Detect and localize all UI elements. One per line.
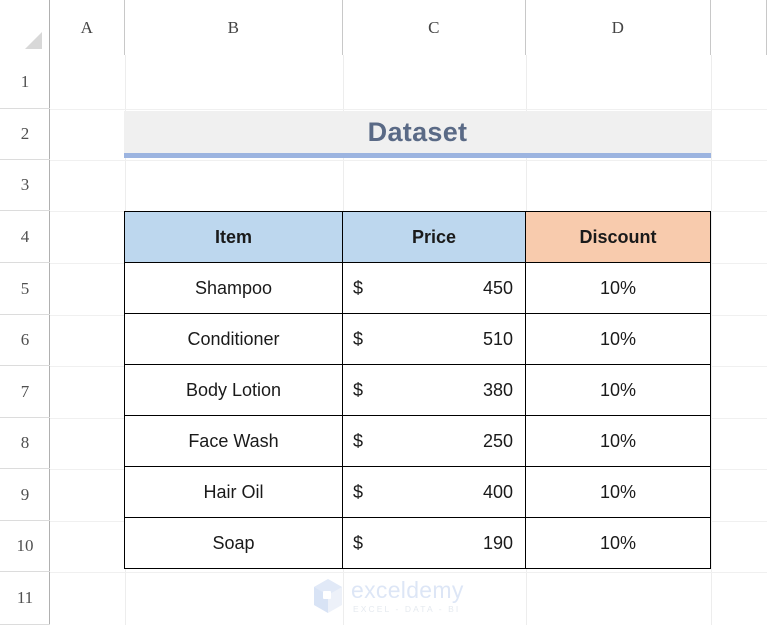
row-header-label: 2 — [20, 124, 30, 143]
cell-price[interactable]: $450 — [342, 262, 526, 314]
row-header-4[interactable]: 4 — [0, 211, 50, 263]
cell-discount[interactable]: 10% — [525, 415, 711, 467]
table-header-row: Item Price Discount — [124, 211, 711, 263]
cube-logo-icon — [314, 579, 342, 613]
price-accounting-format: $400 — [343, 467, 525, 517]
table-row: Shampoo $450 10% — [124, 262, 711, 314]
currency-symbol: $ — [353, 328, 364, 349]
row-header-label: 8 — [20, 433, 30, 452]
row-header-label: 9 — [20, 484, 30, 504]
row-header-1[interactable]: 1 — [0, 55, 50, 109]
table-row: Body Lotion $380 10% — [124, 364, 711, 416]
row-header-label: 5 — [20, 278, 30, 298]
cell-discount[interactable]: 10% — [525, 466, 711, 518]
cell-discount[interactable]: 10% — [525, 262, 711, 314]
row-headers: 1 2 3 4 5 6 7 8 9 10 11 — [0, 55, 50, 625]
cell-item[interactable]: Conditioner — [124, 313, 343, 365]
currency-symbol: $ — [353, 379, 364, 400]
column-headers: A B C D — [0, 0, 767, 55]
column-header-label: C — [428, 17, 440, 37]
column-header-a[interactable]: A — [50, 0, 125, 55]
currency-symbol: $ — [353, 481, 364, 502]
cell-price[interactable]: $190 — [342, 517, 526, 569]
gridline-vertical — [711, 55, 712, 625]
cell-price[interactable]: $250 — [342, 415, 526, 467]
price-accounting-format: $190 — [343, 518, 525, 568]
table-row: Soap $190 10% — [124, 517, 711, 569]
price-value: 450 — [482, 277, 513, 298]
table-row: Conditioner $510 10% — [124, 313, 711, 365]
cell-discount[interactable]: 10% — [525, 517, 711, 569]
price-value: 250 — [482, 430, 513, 451]
cell-item[interactable]: Soap — [124, 517, 343, 569]
cell-item[interactable]: Hair Oil — [124, 466, 343, 518]
row-header-11[interactable]: 11 — [0, 572, 50, 625]
select-all-corner[interactable] — [0, 0, 50, 55]
cell-discount[interactable]: 10% — [525, 364, 711, 416]
gridline-horizontal — [50, 109, 767, 110]
dataset-title-banner: Dataset — [124, 111, 711, 158]
cell-price[interactable]: $400 — [342, 466, 526, 518]
watermark-tagline: EXCEL - DATA - BI — [353, 603, 461, 614]
watermark-text: exceldemy EXCEL - DATA - BI — [351, 576, 464, 614]
column-header-discount: Discount — [525, 211, 711, 263]
spreadsheet-grid: Dataset Item Price Discount Shampoo $450 1… — [0, 0, 767, 625]
column-header-end[interactable] — [711, 0, 767, 55]
row-header-6[interactable]: 6 — [0, 315, 50, 366]
currency-symbol: $ — [353, 277, 364, 298]
cell-item[interactable]: Body Lotion — [124, 364, 343, 416]
row-header-9[interactable]: 9 — [0, 469, 50, 521]
price-accounting-format: $250 — [343, 416, 525, 466]
price-value: 400 — [482, 481, 513, 502]
table-row: Face Wash $250 10% — [124, 415, 711, 467]
row-header-label: 7 — [20, 381, 30, 401]
gridline-horizontal — [50, 160, 767, 161]
column-header-label: B — [227, 17, 240, 37]
column-header-label: A — [80, 17, 94, 37]
cell-price[interactable]: $380 — [342, 364, 526, 416]
select-all-triangle-icon — [25, 32, 42, 49]
price-accounting-format: $510 — [343, 314, 525, 364]
price-accounting-format: $380 — [343, 365, 525, 415]
price-accounting-format: $450 — [343, 263, 525, 313]
cell-item[interactable]: Shampoo — [124, 262, 343, 314]
currency-symbol: $ — [353, 430, 364, 451]
row-header-label: 11 — [16, 588, 34, 607]
gridline-horizontal — [50, 572, 767, 573]
column-header-b[interactable]: B — [125, 0, 343, 55]
column-header-label: D — [611, 17, 625, 37]
dataset-table: Item Price Discount Shampoo $450 10% Condit… — [124, 211, 711, 569]
page-title: Dataset — [367, 116, 468, 147]
cell-discount[interactable]: 10% — [525, 313, 711, 365]
column-header-item: Item — [124, 211, 343, 263]
table-body: Shampoo $450 10% Conditioner $510 10% Body Lot… — [124, 262, 711, 569]
row-header-label: 3 — [20, 175, 30, 194]
cell-item[interactable]: Face Wash — [124, 415, 343, 467]
watermark: exceldemy EXCEL - DATA - BI — [312, 578, 464, 614]
row-header-label: 6 — [20, 330, 30, 349]
row-header-7[interactable]: 7 — [0, 366, 50, 418]
row-header-5[interactable]: 5 — [0, 263, 50, 315]
row-header-8[interactable]: 8 — [0, 418, 50, 469]
watermark-brand: exceldemy — [351, 576, 464, 603]
price-value: 190 — [482, 532, 513, 553]
row-header-2[interactable]: 2 — [0, 109, 50, 160]
row-header-10[interactable]: 10 — [0, 521, 50, 572]
row-header-3[interactable]: 3 — [0, 160, 50, 211]
row-header-label: 4 — [20, 226, 30, 246]
column-header-d[interactable]: D — [526, 0, 711, 55]
table-row: Hair Oil $400 10% — [124, 466, 711, 518]
row-header-label: 1 — [20, 71, 30, 91]
column-header-c[interactable]: C — [343, 0, 526, 55]
price-value: 380 — [482, 379, 513, 400]
row-header-label: 10 — [16, 536, 34, 555]
column-header-price: Price — [342, 211, 526, 263]
price-value: 510 — [482, 328, 513, 349]
currency-symbol: $ — [353, 532, 364, 553]
cell-price[interactable]: $510 — [342, 313, 526, 365]
